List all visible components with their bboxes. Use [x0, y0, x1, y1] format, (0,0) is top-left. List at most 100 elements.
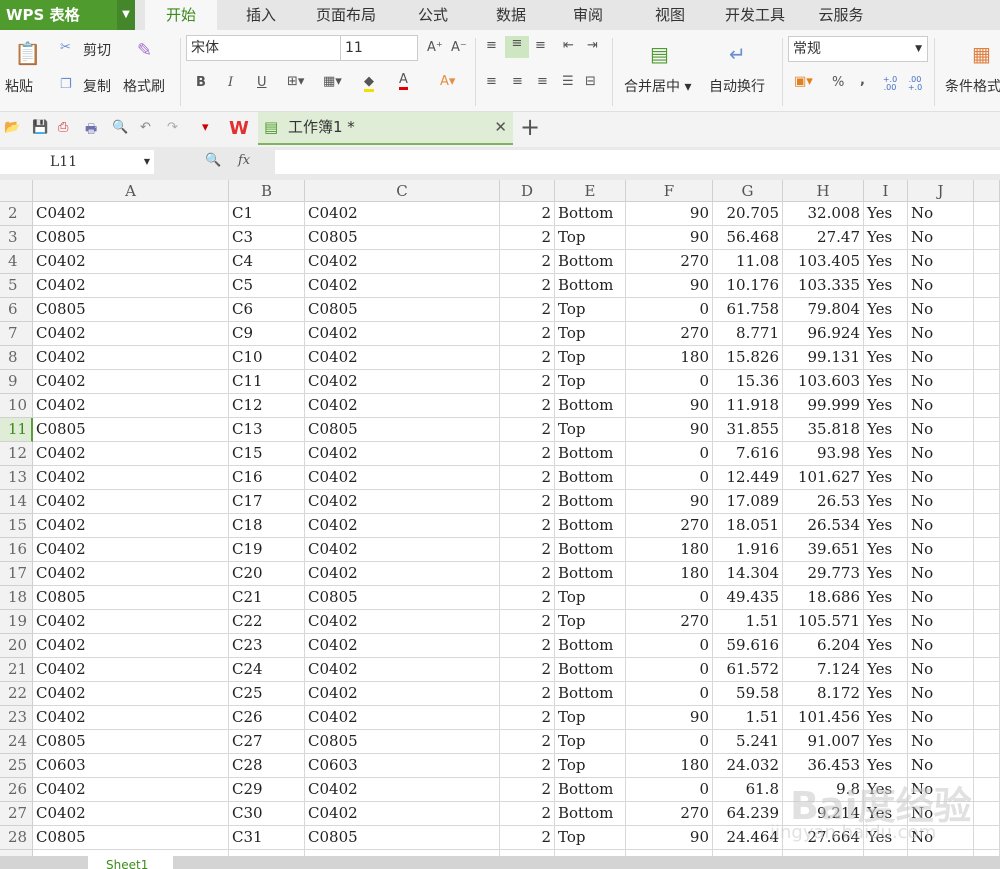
grid-cell[interactable]: C0402 — [33, 562, 229, 586]
grid-cell[interactable]: C0402 — [305, 442, 500, 466]
row-header[interactable]: 17 — [0, 562, 33, 586]
redo-icon[interactable]: ↷ — [167, 120, 178, 135]
grid-cell[interactable]: 61.758 — [713, 298, 783, 322]
grid-cell[interactable]: Yes — [864, 226, 908, 250]
grid-cell[interactable]: No — [908, 562, 974, 586]
row-header[interactable]: 10 — [0, 394, 33, 418]
column-header-F[interactable]: F — [626, 180, 713, 202]
wrap-text-button[interactable]: 自动换行 — [709, 76, 765, 96]
grid-cell[interactable] — [974, 538, 1000, 562]
grid-cell[interactable]: 2 — [500, 346, 555, 370]
grid-cell[interactable]: Yes — [864, 346, 908, 370]
row-header[interactable]: 9 — [0, 370, 33, 394]
grid-cell[interactable]: 90 — [626, 202, 713, 226]
grid-cell[interactable]: C0402 — [305, 706, 500, 730]
grid-cell[interactable]: C0402 — [33, 514, 229, 538]
grid-cell[interactable]: 90 — [626, 226, 713, 250]
grid-cell[interactable]: 91.007 — [783, 730, 864, 754]
grid-cell[interactable]: 2 — [500, 754, 555, 778]
percent-button[interactable]: % — [832, 75, 844, 90]
grid-cell[interactable]: 5.241 — [713, 730, 783, 754]
grid-cell[interactable]: C0402 — [305, 346, 500, 370]
grid-cell[interactable] — [974, 586, 1000, 610]
grid-cell[interactable]: No — [908, 394, 974, 418]
grid-cell[interactable]: Yes — [864, 274, 908, 298]
grid-cell[interactable]: No — [908, 778, 974, 802]
italic-button[interactable]: I — [228, 75, 233, 90]
grid-cell[interactable]: C24 — [229, 658, 305, 682]
grid-cell[interactable]: Top — [555, 298, 626, 322]
grid-cell[interactable]: C0402 — [33, 490, 229, 514]
grid-cell[interactable]: Yes — [864, 322, 908, 346]
grid-cell[interactable]: No — [908, 250, 974, 274]
row-header[interactable]: 24 — [0, 730, 33, 754]
grid-cell[interactable]: C1 — [229, 202, 305, 226]
grid-cell[interactable] — [974, 634, 1000, 658]
grid-cell[interactable]: C0402 — [33, 274, 229, 298]
grid-cell[interactable] — [974, 514, 1000, 538]
grid-cell[interactable]: C0805 — [33, 586, 229, 610]
grid-cell[interactable]: C0805 — [305, 226, 500, 250]
grid-cell[interactable]: C0805 — [305, 826, 500, 850]
number-format-select[interactable]: 常规 ▼ — [788, 36, 928, 62]
font-size-select[interactable]: 11 — [340, 35, 418, 61]
grid-cell[interactable]: C0402 — [305, 322, 500, 346]
formula-input[interactable] — [275, 150, 1000, 174]
grid-cell[interactable]: 2 — [500, 562, 555, 586]
grid-cell[interactable]: 56.468 — [713, 226, 783, 250]
row-header[interactable]: 5 — [0, 274, 33, 298]
grid-cell[interactable]: C22 — [229, 610, 305, 634]
grid-cell[interactable] — [974, 298, 1000, 322]
grid-cell[interactable]: 49.435 — [713, 586, 783, 610]
row-header[interactable]: 19 — [0, 610, 33, 634]
grid-cell[interactable]: 103.405 — [783, 250, 864, 274]
grid-cell[interactable]: C0402 — [33, 658, 229, 682]
grid-cell[interactable] — [974, 466, 1000, 490]
grid-cell[interactable]: 96.924 — [783, 322, 864, 346]
grid-cell[interactable]: 2 — [500, 370, 555, 394]
grid-cell[interactable]: C27 — [229, 730, 305, 754]
menu-tab[interactable]: 审阅 — [553, 0, 623, 30]
grid-cell[interactable]: No — [908, 298, 974, 322]
grid-cell[interactable]: No — [908, 658, 974, 682]
grid-cell[interactable]: 270 — [626, 610, 713, 634]
grid-cell[interactable]: Yes — [864, 634, 908, 658]
grid-cell[interactable]: 17.089 — [713, 490, 783, 514]
grid-cell[interactable]: C9 — [229, 322, 305, 346]
grid-cell[interactable]: 61.8 — [713, 778, 783, 802]
grid-cell[interactable]: 8.771 — [713, 322, 783, 346]
grid-cell[interactable]: C29 — [229, 778, 305, 802]
new-tab-plus-icon[interactable]: + — [520, 113, 540, 141]
grid-cell[interactable]: 90 — [626, 274, 713, 298]
grid-cell[interactable] — [974, 682, 1000, 706]
menu-tab[interactable]: 开发工具 — [712, 0, 798, 30]
grid-cell[interactable] — [974, 418, 1000, 442]
grid-cell[interactable]: No — [908, 706, 974, 730]
row-header[interactable]: 22 — [0, 682, 33, 706]
align-left-icon[interactable]: ≡ — [486, 74, 497, 89]
grid-cell[interactable]: C0603 — [33, 754, 229, 778]
grid-cell[interactable]: 0 — [626, 442, 713, 466]
grid-cell[interactable]: Yes — [864, 682, 908, 706]
decrease-font-icon[interactable]: A⁻ — [451, 40, 467, 55]
grid-cell[interactable]: 61.572 — [713, 658, 783, 682]
grid-cell[interactable]: Top — [555, 322, 626, 346]
grid-cell[interactable]: Yes — [864, 778, 908, 802]
grid-cell[interactable]: 2 — [500, 610, 555, 634]
grid-cell[interactable]: No — [908, 802, 974, 826]
grid-cell[interactable]: Bottom — [555, 394, 626, 418]
grid-cell[interactable]: 105.571 — [783, 610, 864, 634]
grid-cell[interactable]: Bottom — [555, 658, 626, 682]
grid-cell[interactable]: 31.855 — [713, 418, 783, 442]
menu-tab[interactable]: 数据 — [478, 0, 544, 30]
currency-format-icon[interactable]: ▣▾ — [794, 74, 813, 89]
grid-cell[interactable]: 59.616 — [713, 634, 783, 658]
grid-cell[interactable] — [974, 370, 1000, 394]
grid-cell[interactable]: Top — [555, 610, 626, 634]
grid-cell[interactable]: 6.204 — [783, 634, 864, 658]
decrease-decimal-button[interactable]: .00 +.0 — [905, 76, 925, 92]
grid-cell[interactable]: Yes — [864, 418, 908, 442]
grid-cell[interactable]: C0402 — [305, 370, 500, 394]
grid-cell[interactable]: 2 — [500, 226, 555, 250]
grid-cell[interactable]: Yes — [864, 538, 908, 562]
